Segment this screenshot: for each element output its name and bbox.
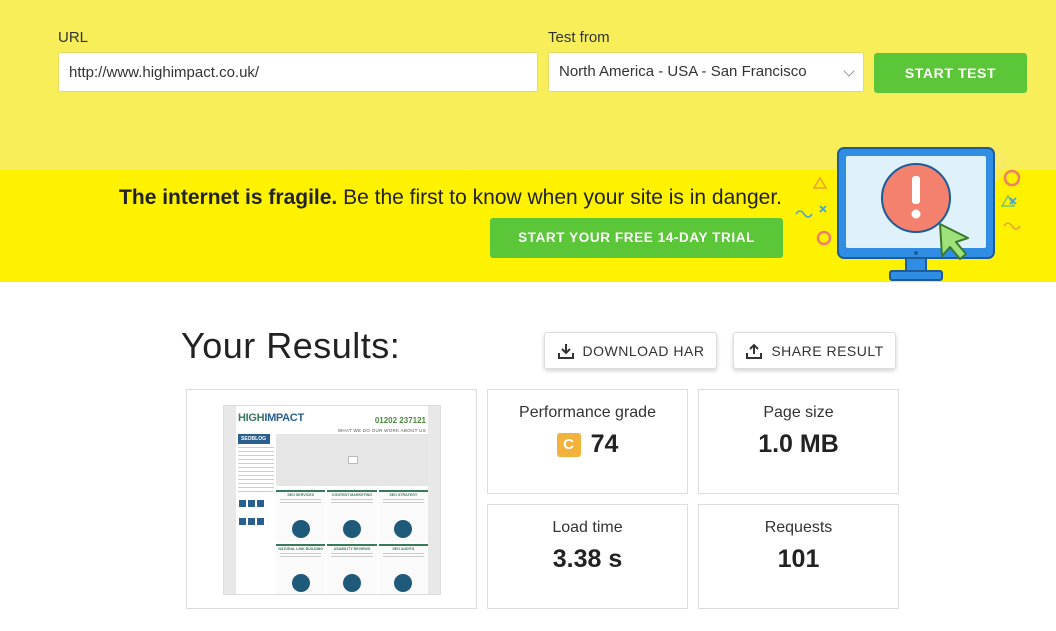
url-label: URL — [58, 29, 89, 46]
cell-heading: CONTENT MARKETING — [331, 493, 373, 497]
tagline-rest: Be the first to know when your site is i… — [337, 186, 782, 209]
cell-heading: SEO STRATEGY — [389, 493, 418, 497]
test-from-label: Test from — [548, 29, 610, 46]
site-blog-badge: SEOBLOG — [238, 434, 270, 444]
start-test-button[interactable]: START TEST — [874, 53, 1027, 93]
download-icon — [557, 343, 574, 359]
location-select[interactable]: North America - USA - San Francisco — [548, 52, 864, 92]
site-hero — [276, 434, 428, 486]
site-nav: WHAT WE DO OUR WORK ABOUT US — [337, 428, 426, 433]
page-size-value: 1.0 MB — [758, 430, 839, 458]
share-result-label: SHARE RESULT — [771, 342, 884, 359]
download-har-label: DOWNLOAD HAR — [582, 342, 705, 359]
monitor-alert-illustration — [795, 144, 1021, 281]
site-sidebar: SEOBLOG — [238, 434, 274, 594]
cell-heading: NATURAL LINK BUILDING — [278, 547, 324, 551]
chevron-down-icon — [843, 65, 855, 77]
load-time-card: Load time 3.38 s — [487, 504, 688, 609]
grade-badge: C — [556, 432, 581, 457]
logo-part-b: IMPACT — [264, 412, 304, 424]
tagline-bold: The internet is fragile. — [119, 186, 338, 209]
cell-heading: SEO SERVICES — [287, 493, 315, 497]
cell-heading: USABILITY REVIEWS — [333, 547, 371, 551]
page-size-label: Page size — [763, 404, 834, 421]
location-select-value: North America - USA - San Francisco — [559, 63, 807, 80]
banner-tagline: The internet is fragile. Be the first to… — [119, 186, 782, 210]
performance-score: 74 — [590, 430, 619, 458]
cell-heading: SEO AUDITS — [392, 547, 415, 551]
load-time-label: Load time — [552, 519, 623, 536]
share-result-button[interactable]: SHARE RESULT — [733, 332, 896, 369]
requests-card: Requests 101 — [698, 504, 899, 609]
start-trial-button[interactable]: START YOUR FREE 14-DAY TRIAL — [490, 218, 783, 258]
site-service-grid: SEO SERVICES CONTENT MARKETING SEO STRAT… — [276, 490, 428, 594]
download-har-button[interactable]: DOWNLOAD HAR — [544, 332, 717, 369]
site-phone: 01202 237121 — [374, 416, 426, 425]
requests-label: Requests — [764, 519, 833, 536]
page-screenshot-card: HIGHIMPACT 01202 237121 WHAT WE DO OUR W… — [186, 389, 477, 609]
page-screenshot-thumbnail: HIGHIMPACT 01202 237121 WHAT WE DO OUR W… — [223, 405, 441, 595]
performance-grade-label: Performance grade — [519, 404, 656, 421]
requests-value: 101 — [777, 545, 820, 573]
site-logo: HIGHIMPACT — [238, 412, 304, 424]
page-size-card: Page size 1.0 MB — [698, 389, 899, 494]
url-input[interactable] — [58, 52, 538, 92]
share-icon — [746, 343, 763, 359]
results-title: Your Results: — [181, 325, 401, 366]
logo-part-a: HIGH — [238, 412, 265, 424]
load-time-value: 3.38 s — [552, 545, 623, 573]
performance-grade-card: Performance grade C 74 — [487, 389, 688, 494]
